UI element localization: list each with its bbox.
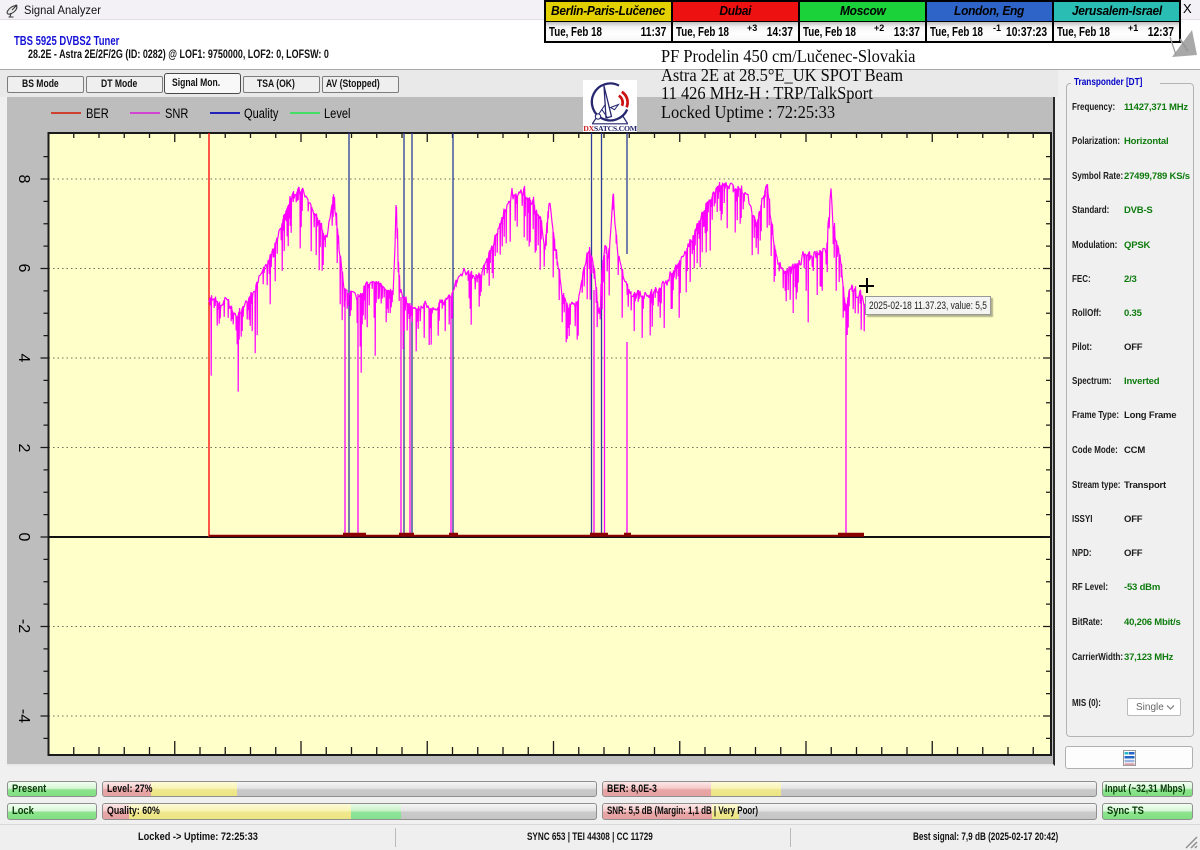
svg-text:DXSATCS.COM: DXSATCS.COM <box>583 124 637 132</box>
